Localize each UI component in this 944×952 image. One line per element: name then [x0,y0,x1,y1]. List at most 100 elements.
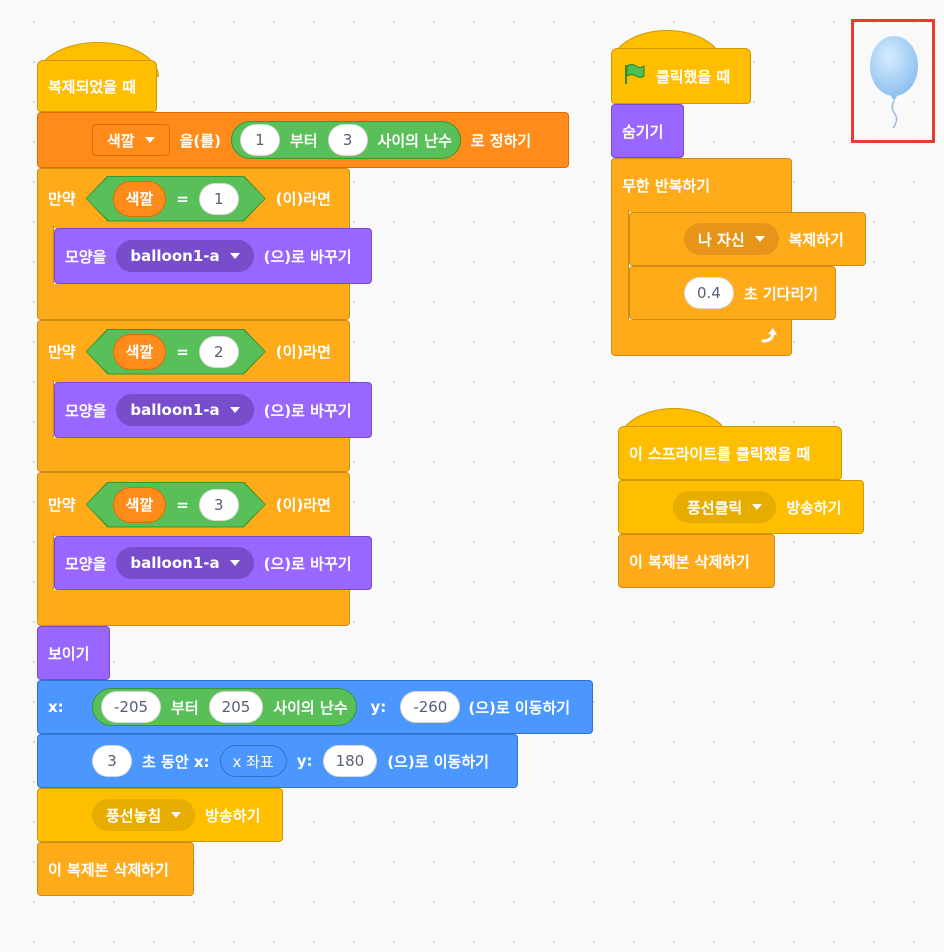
block-text: 모양을 [65,401,107,420]
costume-dropdown[interactable]: balloon1-a [116,394,254,426]
glide-seconds-input[interactable]: 3 [92,745,132,777]
compare-value-input[interactable]: 1 [199,183,239,215]
chevron-down-icon [171,812,182,818]
glide-block[interactable]: 3 초 동안 x: x 좌표 y: 180 (으)로 이동하기 [37,734,518,788]
if-arm [37,380,54,440]
random-operator[interactable]: -205 부터 205 사이의 난수 [92,688,357,726]
show-block[interactable]: 보이기 [37,626,110,680]
wait-block[interactable]: 0.4 초 기다리기 [629,266,836,320]
hat-label: 이 스프라이트를 클릭했을 때 [629,444,811,463]
costume-dropdown[interactable]: balloon1-a [116,240,254,272]
loop-arrow-icon [759,326,779,350]
costume-dropdown[interactable]: balloon1-a [116,547,254,579]
y-input[interactable]: 180 [322,745,378,777]
random-from-input[interactable]: -205 [101,691,162,723]
block-text: 부터 [171,698,199,717]
hat-label: 복제되었을 때 [48,77,137,96]
block-text: y: [296,752,313,770]
if-bottom [37,590,350,626]
random-to-input[interactable]: 3 [327,124,368,156]
broadcast-message-dropdown[interactable]: 풍선클릭 [673,491,777,523]
block-text: 모양을 [65,554,107,573]
create-clone-block[interactable]: 나 자신 복제하기 [629,212,866,266]
equals-operator[interactable]: 색깔 = 3 [86,482,266,528]
block-text: x: [48,698,64,716]
balloon-sprite-icon [866,34,922,138]
block-text: (이)라면 [275,190,331,208]
green-flag-icon [622,63,646,89]
variable-reporter[interactable]: 색깔 [113,334,167,370]
block-text: 로 정하기 [470,131,532,150]
block-text: = [176,342,189,361]
clone-target-dropdown[interactable]: 나 자신 [684,223,779,255]
forever-block[interactable]: 무한 반복하기 [611,158,792,212]
hide-block[interactable]: 숨기기 [611,104,684,158]
if-bottom [37,438,350,472]
block-text: (으)로 이동하기 [387,752,489,771]
broadcast-block[interactable]: 풍선놓침 방송하기 [37,788,283,842]
chevron-down-icon [229,253,240,259]
block-text: 사이의 난수 [273,698,348,717]
chevron-down-icon [752,504,763,510]
chevron-down-icon [229,560,240,566]
when-cloned-hat-block[interactable]: 복제되었을 때 [37,60,157,112]
goto-xy-block[interactable]: x: -205 부터 205 사이의 난수 y: -260 (으)로 이동하기 [37,680,593,734]
forever-arm [611,210,629,322]
block-text: = [176,189,189,208]
x-position-reporter[interactable]: x 좌표 [219,745,287,777]
y-input[interactable]: -260 [400,691,461,723]
variable-reporter[interactable]: 색깔 [113,487,167,523]
broadcast-block[interactable]: 풍선클릭 방송하기 [618,480,864,534]
when-sprite-clicked-hat-block[interactable]: 이 스프라이트를 클릭했을 때 [618,426,842,480]
sprite-selection-box[interactable] [851,19,935,143]
block-text: 방송하기 [786,498,842,517]
block-text: (으)로 바꾸기 [263,247,352,266]
block-text: (으)로 이동하기 [468,698,571,717]
equals-operator[interactable]: 색깔 = 2 [86,329,266,375]
block-text: (이)라면 [275,343,331,361]
if-label: 만약 [48,343,76,361]
if-block-2[interactable]: 만약 색깔 = 2 (이)라면 [37,320,350,382]
switch-costume-block[interactable]: 모양을 balloon1-a (으)로 바꾸기 [54,382,372,438]
if-block-3[interactable]: 만약 색깔 = 3 (이)라면 [37,472,350,536]
block-text: 초 기다리기 [743,284,819,303]
block-text: 무한 반복하기 [622,177,711,195]
if-arm [37,534,54,594]
block-text: 사이의 난수 [377,131,452,150]
when-flag-clicked-hat-block[interactable]: 클릭했을 때 [611,48,751,104]
chevron-down-icon [229,407,240,413]
block-text: 이 복제본 삭제하기 [629,552,750,571]
set-variable-block[interactable]: 색깔 을(를) 1 부터 3 사이의 난수 로 정하기 [37,112,569,168]
wait-seconds-input[interactable]: 0.4 [684,277,734,309]
if-block-1[interactable]: 만약 색깔 = 1 (이)라면 [37,168,350,228]
block-text: 부터 [289,131,318,150]
block-text: 보이기 [48,644,90,663]
block-text: 복제하기 [788,230,844,249]
forever-bottom [611,320,792,356]
random-from-input[interactable]: 1 [239,124,280,156]
random-to-input[interactable]: 205 [208,691,264,723]
block-text: 방송하기 [205,806,261,825]
delete-clone-block[interactable]: 이 복제본 삭제하기 [37,842,194,896]
hat-label: 클릭했을 때 [656,67,731,86]
compare-value-input[interactable]: 2 [199,336,239,368]
block-text: 을(를) [179,131,221,150]
variable-reporter[interactable]: 색깔 [113,181,167,217]
delete-clone-block[interactable]: 이 복제본 삭제하기 [618,534,775,588]
variable-dropdown[interactable]: 색깔 [92,124,170,156]
block-text: 모양을 [65,247,107,266]
if-label: 만약 [48,496,76,514]
equals-operator[interactable]: 색깔 = 1 [86,176,266,222]
block-text: y: [370,698,387,716]
if-label: 만약 [48,190,76,208]
switch-costume-block[interactable]: 모양을 balloon1-a (으)로 바꾸기 [54,228,372,284]
random-operator[interactable]: 1 부터 3 사이의 난수 [230,121,461,159]
compare-value-input[interactable]: 3 [199,489,239,521]
block-text: 초 동안 x: [142,752,210,771]
broadcast-message-dropdown[interactable]: 풍선놓침 [92,799,196,831]
block-text: 숨기기 [622,122,664,141]
block-text: 이 복제본 삭제하기 [48,860,169,879]
switch-costume-block[interactable]: 모양을 balloon1-a (으)로 바꾸기 [54,536,372,590]
block-text: = [176,495,189,514]
block-text: (으)로 바꾸기 [263,401,352,420]
